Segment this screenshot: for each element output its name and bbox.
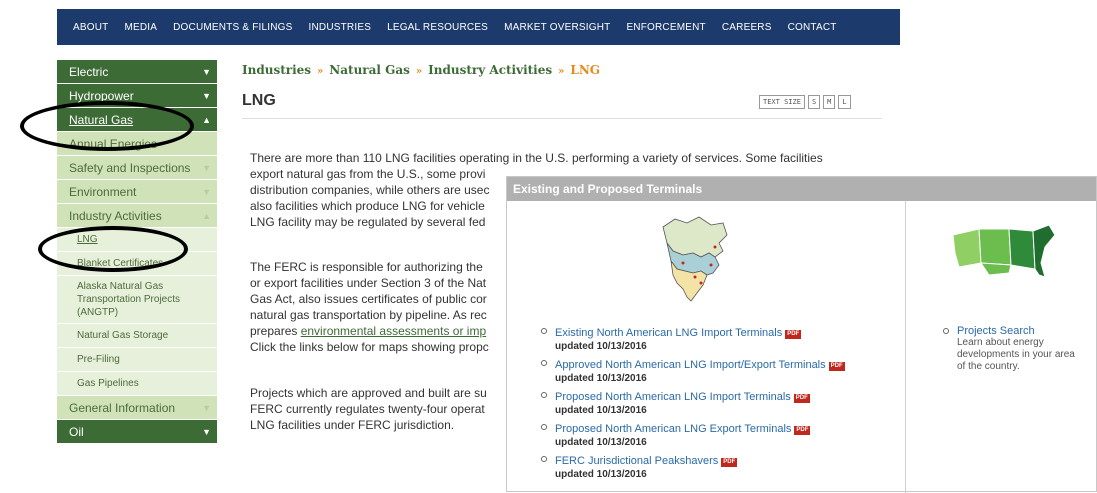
text-size-label: TEXT SIZE	[759, 95, 805, 109]
peakshavers-link[interactable]: FERC Jurisdictional Peakshavers	[555, 455, 718, 467]
breadcrumb: Industries » Natural Gas » Industry Activiti…	[242, 63, 600, 77]
pdf-icon[interactable]: PDF	[793, 394, 810, 403]
sidebar-item-label: Electric	[69, 65, 109, 79]
caret-up-icon: ▲	[202, 211, 211, 221]
top-nav: ABOUT MEDIA DOCUMENTS & FILINGS INDUSTRI…	[57, 9, 900, 45]
sidebar-item-general-information[interactable]: General Information ▼	[57, 396, 217, 420]
nav-enforcement[interactable]: ENFORCEMENT	[626, 22, 705, 33]
nav-about[interactable]: ABOUT	[73, 22, 108, 33]
list-item: Proposed North American LNG Import Termi…	[541, 389, 845, 421]
north-america-map-icon[interactable]	[653, 213, 733, 309]
caret-down-icon: ▼	[202, 91, 211, 101]
bullet-icon	[541, 456, 547, 462]
list-item: Approved North American LNG Import/Expor…	[541, 357, 845, 389]
text-size-medium-button[interactable]: M	[823, 95, 836, 109]
sidebar-item-safety-inspections[interactable]: Safety and Inspections ▼	[57, 156, 217, 180]
sidebar-item-label: Pre-Filing	[77, 354, 120, 365]
description-line: of the country.	[957, 361, 1020, 372]
sidebar-item-environment[interactable]: Environment ▼	[57, 180, 217, 204]
terminals-panel: Existing and Proposed Terminals Existing…	[506, 176, 1097, 493]
updated-date: updated 10/13/2016	[555, 405, 647, 416]
title-divider	[242, 118, 882, 119]
breadcrumb-industries[interactable]: Industries	[242, 63, 311, 77]
panel-divider	[905, 201, 906, 493]
list-item: FERC Jurisdictional Peakshavers PDF updat…	[541, 453, 845, 485]
sidebar-item-storage[interactable]: Natural Gas Storage	[57, 324, 217, 348]
caret-down-icon: ▼	[202, 427, 211, 437]
breadcrumb-industry-activities[interactable]: Industry Activities	[428, 63, 552, 77]
sidebar-item-label: Safety and Inspections	[69, 161, 191, 175]
description-line: developments in your area	[957, 349, 1075, 360]
updated-date: updated 10/13/2016	[555, 373, 647, 384]
sidebar-item-label: General Information	[69, 401, 176, 415]
annotation-ellipse-lng	[38, 226, 188, 272]
pdf-icon[interactable]: PDF	[794, 426, 811, 435]
text-size-small-button[interactable]: S	[807, 95, 821, 109]
sidebar-item-pre-filing[interactable]: Pre-Filing	[57, 348, 217, 372]
breadcrumb-separator-icon: »	[317, 66, 324, 77]
list-item: Existing North American LNG Import Termi…	[541, 325, 845, 357]
paragraph-line: There are more than 110 LNG facilities o…	[250, 151, 823, 165]
bullet-icon	[943, 328, 949, 334]
breadcrumb-separator-icon: »	[558, 66, 565, 77]
sidebar-item-label: Industry Activities	[69, 209, 162, 223]
bullet-icon	[541, 392, 547, 398]
breadcrumb-separator-icon: »	[415, 66, 423, 77]
projects-search-link[interactable]: Projects Search	[943, 325, 1093, 337]
annotation-ellipse-natural-gas	[20, 101, 194, 151]
nav-legal-resources[interactable]: LEGAL RESOURCES	[387, 22, 488, 33]
approved-import-export-terminals-link[interactable]: Approved North American LNG Import/Expor…	[555, 359, 826, 371]
sidebar-item-gas-pipelines[interactable]: Gas Pipelines	[57, 372, 217, 396]
bullet-icon	[541, 360, 547, 366]
pdf-icon[interactable]: PDF	[785, 330, 802, 339]
bullet-icon	[541, 328, 547, 334]
updated-date: updated 10/13/2016	[555, 437, 647, 448]
updated-date: updated 10/13/2016	[555, 469, 647, 480]
terminals-header: Existing and Proposed Terminals	[507, 177, 1096, 201]
breadcrumb-natural-gas[interactable]: Natural Gas	[329, 63, 410, 77]
proposed-export-terminals-link[interactable]: Proposed North American LNG Export Termi…	[555, 423, 791, 435]
nav-documents-filings[interactable]: DOCUMENTS & FILINGS	[173, 22, 292, 33]
sidebar-item-industry-activities[interactable]: Industry Activities ▲	[57, 204, 217, 228]
description-line: Learn about energy	[957, 337, 1044, 348]
us-map-icon[interactable]	[949, 223, 1059, 281]
list-item: Proposed North American LNG Export Termi…	[541, 421, 845, 453]
paragraph-text: prepares	[250, 324, 301, 338]
nav-industries[interactable]: INDUSTRIES	[309, 22, 372, 33]
page-title: LNG	[242, 92, 276, 109]
caret-down-icon: ▼	[202, 187, 211, 197]
updated-date: updated 10/13/2016	[555, 341, 647, 352]
existing-import-terminals-link[interactable]: Existing North American LNG Import Termi…	[555, 327, 782, 339]
caret-down-icon: ▼	[202, 163, 211, 173]
pdf-icon[interactable]: PDF	[721, 458, 738, 467]
nav-careers[interactable]: CAREERS	[722, 22, 772, 33]
caret-down-icon: ▼	[202, 403, 211, 413]
projects-search-description: Learn about energy developments in your …	[943, 337, 1093, 373]
proposed-import-terminals-link[interactable]: Proposed North American LNG Import Termi…	[555, 391, 791, 403]
breadcrumb-current: LNG	[570, 63, 601, 77]
sidebar-item-electric[interactable]: Electric ▼	[57, 60, 217, 84]
text-size-control: TEXT SIZE S M L	[759, 95, 851, 109]
sidebar-item-alaska[interactable]: Alaska Natural Gas Transportation Projec…	[57, 276, 217, 324]
caret-up-icon: ▲	[202, 115, 211, 125]
sidebar-item-label: Gas Pipelines	[77, 378, 139, 389]
caret-down-icon: ▼	[202, 67, 211, 77]
sidebar-item-label: Alaska Natural Gas Transportation Projec…	[77, 281, 181, 318]
terminals-link-list: Existing North American LNG Import Termi…	[541, 325, 845, 485]
pdf-icon[interactable]: PDF	[828, 362, 845, 371]
sidebar-item-label: Environment	[69, 185, 137, 199]
nav-contact[interactable]: CONTACT	[788, 22, 837, 33]
sidebar-item-label: Natural Gas Storage	[77, 330, 169, 341]
environmental-assessments-link[interactable]: environmental assessments or imp	[301, 324, 486, 338]
text-size-large-button[interactable]: L	[838, 95, 851, 109]
bullet-icon	[541, 424, 547, 430]
projects-search-block: Projects Search Learn about energy devel…	[943, 325, 1093, 373]
sidebar-item-label: Oil	[69, 425, 84, 439]
sidebar-item-oil[interactable]: Oil ▼	[57, 420, 217, 444]
nav-media[interactable]: MEDIA	[124, 22, 157, 33]
nav-market-oversight[interactable]: MARKET OVERSIGHT	[504, 22, 610, 33]
